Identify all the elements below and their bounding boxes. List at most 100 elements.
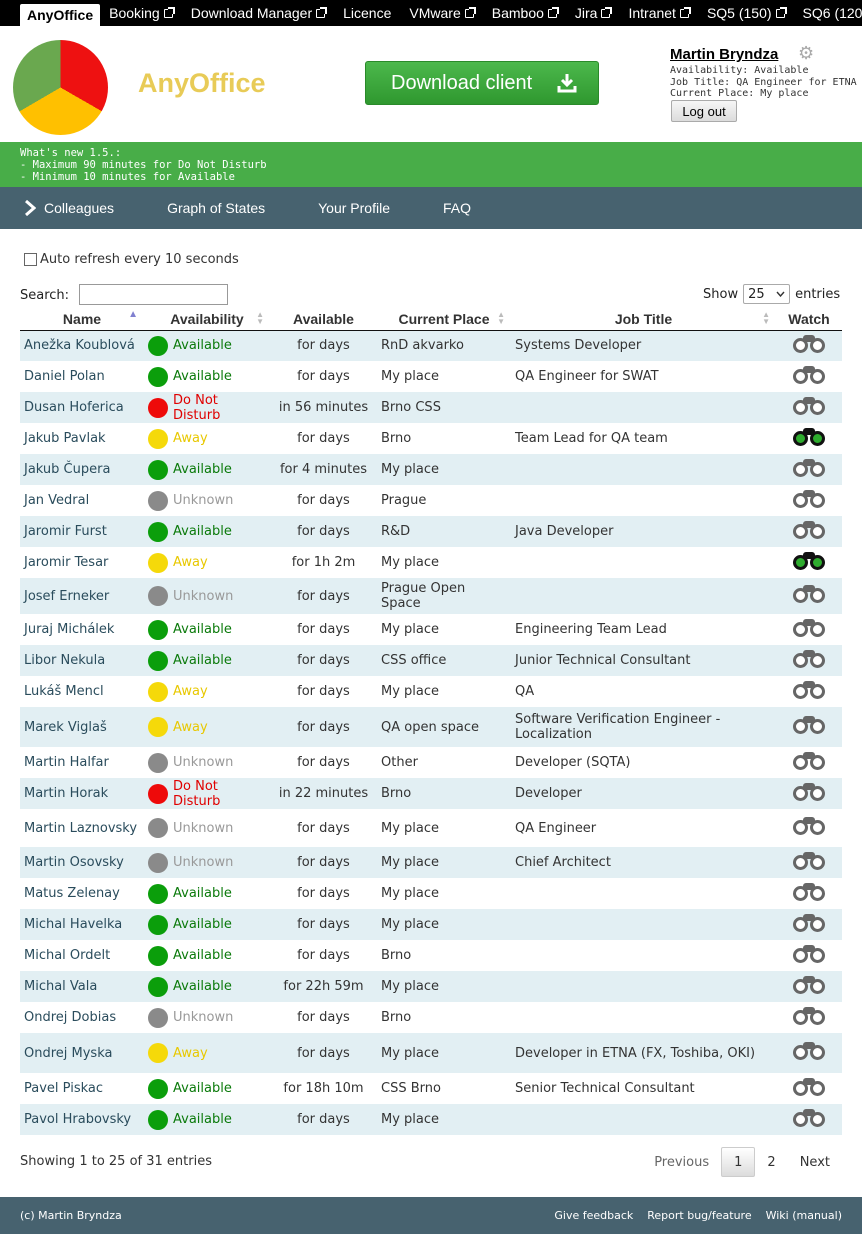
auto-refresh-toggle[interactable]: Auto refresh every 10 seconds [24,252,239,267]
cell-availability: Available [144,878,270,909]
page-1-button[interactable]: 1 [721,1147,756,1177]
binoculars-watch-icon[interactable] [792,975,826,995]
cell-available: for days [270,847,377,878]
binoculars-watch-icon[interactable] [792,851,826,871]
wiki-link[interactable]: Wiki (manual) [766,1209,842,1222]
binoculars-watch-icon[interactable] [792,458,826,478]
topnav-item[interactable]: Download Manager [182,2,334,24]
table-row: Matus Zelenay Available for days My place [20,878,842,909]
header: AnyOffice Download client Martin Bryndza… [0,26,862,142]
chevron-right-icon [25,200,36,216]
cell-name: Josef Erneker [20,578,144,614]
binoculars-watch-icon[interactable] [792,427,826,447]
tab-faq[interactable]: FAQ [443,200,471,216]
topnav-item[interactable]: VMware [400,2,482,24]
cell-name: Dusan Hoferica [20,392,144,423]
page-length-select[interactable]: 25 [743,284,791,304]
report-bug-link[interactable]: Report bug/feature [647,1209,751,1222]
search-input[interactable] [79,284,228,305]
binoculars-watch-icon[interactable] [792,365,826,385]
binoculars-watch-icon[interactable] [792,489,826,509]
binoculars-watch-icon[interactable] [792,816,826,836]
column-header-watch[interactable]: Watch [776,308,842,331]
next-page-button[interactable]: Next [788,1147,842,1177]
cell-place: Brno [381,948,412,963]
cell-availability: Away [144,547,270,578]
status-dot-icon [148,852,168,873]
cell-watch [776,676,842,707]
cell-job-title: Developer in ETNA (FX, Toshiba, OKI) [511,1033,776,1073]
topnav-item[interactable]: Bamboo [483,2,566,24]
topnav-item[interactable]: Intranet [619,2,697,24]
status-dot-icon [148,717,168,737]
column-header-available[interactable]: Available [270,308,377,331]
binoculars-watch-icon[interactable] [792,1108,826,1128]
tab-colleagues[interactable]: Colleagues [24,200,114,216]
binoculars-watch-icon[interactable] [792,584,826,604]
cell-available: for days [297,886,350,901]
binoculars-watch-icon[interactable] [792,1077,826,1097]
download-client-button[interactable]: Download client [365,61,599,105]
column-header-name[interactable]: Name ▲ [20,308,144,331]
topnav-item[interactable]: AnyOffice [20,4,101,26]
topnav-item[interactable]: Licence [334,2,400,24]
topnav-item[interactable]: Booking [100,2,182,24]
topnav-item[interactable]: SQ5 (150) [698,2,794,24]
binoculars-watch-icon[interactable] [792,551,826,571]
cell-watch [776,485,842,516]
cell-name: Pavel Piskac [24,1081,104,1096]
cell-available: for days [270,909,377,940]
cell-name: Pavol Hrabovsky [20,1104,144,1135]
cell-place: My place [377,1104,511,1135]
binoculars-watch-icon[interactable] [792,396,826,416]
binoculars-watch-icon[interactable] [792,680,826,700]
cell-job-title [511,578,776,614]
cell-name: Martin Laznovsky [24,820,138,836]
cell-available: in 22 minutes [270,778,377,809]
binoculars-watch-icon[interactable] [792,1006,826,1026]
binoculars-watch-icon[interactable] [792,913,826,933]
binoculars-watch-icon[interactable] [792,1041,826,1061]
auto-refresh-checkbox[interactable] [24,253,37,266]
tab-graph-of-states[interactable]: Graph of States [167,200,265,216]
tab-your-profile[interactable]: Your Profile [318,200,390,216]
table-row: Martin Laznovsky Unknown for days My place Q… [20,809,842,847]
cell-place: My place [381,622,440,637]
cell-job-title: Systems Developer [511,330,776,361]
logout-button[interactable]: Log out [671,100,737,122]
binoculars-watch-icon[interactable] [792,944,826,964]
cell-place: My place [381,820,440,836]
cell-place: R&D [377,516,511,547]
binoculars-watch-icon[interactable] [792,882,826,902]
binoculars-watch-icon[interactable] [792,649,826,669]
cell-place: RnD akvarko [377,330,511,361]
cell-name: Jaromir Furst [20,516,144,547]
cell-watch [776,547,842,578]
binoculars-watch-icon[interactable] [792,751,826,771]
previous-page-button[interactable]: Previous [642,1147,721,1177]
status-dot-icon [148,366,168,387]
binoculars-watch-icon[interactable] [792,782,826,802]
binoculars-watch-icon[interactable] [792,715,826,735]
topnav-item[interactable]: SQ6 (120) [794,2,862,24]
download-icon [557,74,577,93]
column-header-availability[interactable]: Availability ▲ ▼ [144,308,270,331]
give-feedback-link[interactable]: Give feedback [554,1209,633,1222]
topnav-item[interactable]: Jira [566,2,620,24]
topnav-label: Booking [109,5,160,21]
news-title: What's new 1.5.: [20,147,122,159]
cell-available: for days [297,948,350,963]
cell-availability: Available [144,645,270,676]
binoculars-watch-icon[interactable] [792,618,826,638]
download-label: Download client [391,71,533,94]
page-2-button[interactable]: 2 [755,1147,787,1177]
binoculars-watch-icon[interactable] [792,520,826,540]
topnav-label: Bamboo [491,5,544,21]
cell-availability: Available [144,330,270,361]
column-header-current-place[interactable]: Current Place ▲ ▼ [377,308,511,331]
column-header-job-title[interactable]: Job Title ▲ ▼ [511,308,776,331]
gear-icon[interactable]: ⚙ [798,43,814,64]
binoculars-watch-icon[interactable] [792,334,826,354]
user-name-link[interactable]: Martin Bryndza [670,46,778,63]
cell-job-title: Senior Technical Consultant [515,1081,695,1096]
